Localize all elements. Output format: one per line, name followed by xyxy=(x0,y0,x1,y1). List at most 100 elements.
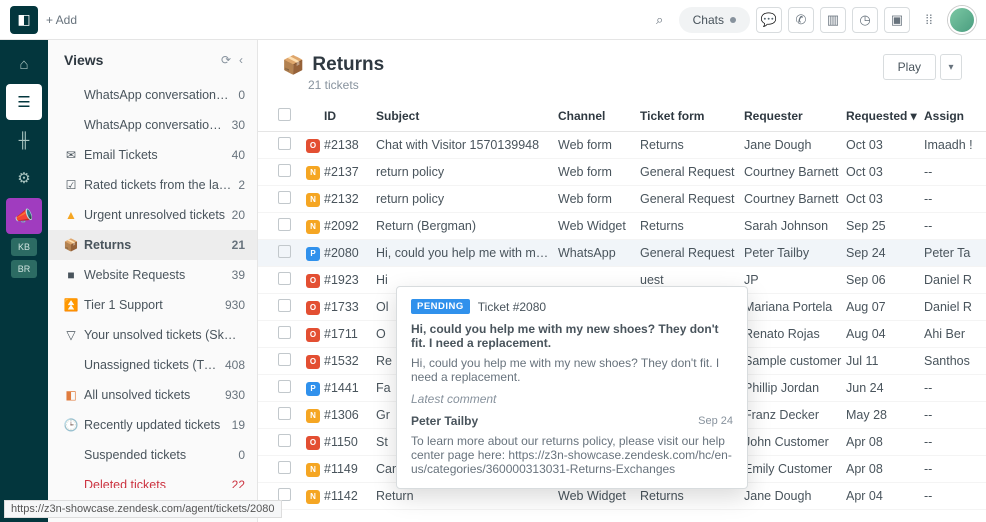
col-requester[interactable]: Requester xyxy=(744,109,846,123)
row-checkbox[interactable] xyxy=(278,434,291,447)
sidebar-view-item[interactable]: ▽Your unsolved tickets (Skil... xyxy=(48,320,257,350)
cell-requester: John Customer xyxy=(744,435,846,449)
sidebar-view-item[interactable]: ■Website Requests39 xyxy=(48,260,257,290)
cell-requester: Mariana Portela xyxy=(744,300,846,314)
nav-rail: ⌂ ☰ ╫ ⚙ 📣 KB BR xyxy=(0,40,48,522)
status-icon: O xyxy=(306,328,320,342)
sidebar-view-item[interactable]: Suspended tickets0 xyxy=(48,440,257,470)
sidebar-view-item[interactable]: WhatsApp conversations - Unass...30 xyxy=(48,110,257,140)
col-requested[interactable]: Requested ▾ xyxy=(846,109,924,123)
collapse-icon[interactable]: ‹ xyxy=(239,53,243,67)
sidebar-view-item[interactable]: ✉Email Tickets40 xyxy=(48,140,257,170)
views-icon[interactable]: ☰ xyxy=(6,84,42,120)
cell-requested: Sep 24 xyxy=(846,246,924,260)
col-id[interactable]: ID xyxy=(324,109,376,123)
row-checkbox[interactable] xyxy=(278,326,291,339)
row-checkbox[interactable] xyxy=(278,461,291,474)
popover-latest-label: Latest comment xyxy=(411,392,733,406)
view-item-label: All unsolved tickets xyxy=(84,388,219,402)
sidebar-view-item[interactable]: ▲Urgent unresolved tickets20 xyxy=(48,200,257,230)
apps-icon[interactable]: ⁞⁞ xyxy=(916,7,942,33)
sidebar-view-item[interactable]: WhatsApp conversations - Assig...0 xyxy=(48,80,257,110)
cell-assignee: -- xyxy=(924,435,978,449)
popover-subject: Hi, could you help me with my new shoes?… xyxy=(411,322,733,350)
add-tab[interactable]: + Add xyxy=(46,13,77,27)
cell-id: #1532 xyxy=(324,354,376,368)
cell-requester: Emily Customer xyxy=(744,462,846,476)
ticket-ref: Ticket #2080 xyxy=(478,300,546,314)
campaign-icon[interactable]: 📣 xyxy=(6,198,42,234)
col-subject[interactable]: Subject xyxy=(376,109,558,123)
cell-id: #1142 xyxy=(324,489,376,503)
rail-badge-br[interactable]: BR xyxy=(11,260,37,278)
row-checkbox[interactable] xyxy=(278,272,291,285)
table-row[interactable]: N#2092Return (Bergman)Web WidgetReturnsS… xyxy=(258,213,986,240)
cell-assignee: Daniel R xyxy=(924,300,978,314)
cell-assignee: -- xyxy=(924,219,978,233)
view-item-label: Returns xyxy=(84,238,226,252)
admin-icon[interactable]: ⚙ xyxy=(6,160,42,196)
table-row[interactable]: O#2138Chat with Visitor 1570139948Web fo… xyxy=(258,132,986,159)
status-icon: O xyxy=(306,274,320,288)
home-icon[interactable]: ⌂ xyxy=(6,46,42,82)
row-checkbox[interactable] xyxy=(278,137,291,150)
table-row[interactable]: P#2080Hi, could you help me with my new … xyxy=(258,240,986,267)
view-item-icon: ▲ xyxy=(64,208,78,222)
row-checkbox[interactable] xyxy=(278,380,291,393)
clock-icon[interactable]: ◷ xyxy=(852,7,878,33)
cell-requested: Aug 07 xyxy=(846,300,924,314)
sidebar-view-item[interactable]: ⏫Tier 1 Support930 xyxy=(48,290,257,320)
cell-id: #2138 xyxy=(324,138,376,152)
row-checkbox[interactable] xyxy=(278,245,291,258)
cell-requested: Sep 06 xyxy=(846,273,924,287)
package-icon: 📦 xyxy=(282,55,304,76)
col-assignee[interactable]: Assign xyxy=(924,109,978,123)
view-item-count: 40 xyxy=(232,148,245,162)
row-checkbox[interactable] xyxy=(278,353,291,366)
reporting-icon[interactable]: ╫ xyxy=(6,122,42,158)
rail-badge-kb[interactable]: KB xyxy=(11,238,37,256)
search-icon[interactable]: ⌕ xyxy=(647,7,673,33)
avatar[interactable] xyxy=(948,6,976,34)
col-channel[interactable]: Channel xyxy=(558,109,640,123)
row-checkbox[interactable] xyxy=(278,299,291,312)
table-row[interactable]: N#2132return policyWeb formGeneral Reque… xyxy=(258,186,986,213)
cell-assignee: Peter Ta xyxy=(924,246,978,260)
sidebar-view-item[interactable]: ☑Rated tickets from the last 7 d...2 xyxy=(48,170,257,200)
sidebar-view-item[interactable]: ◧All unsolved tickets930 xyxy=(48,380,257,410)
logo[interactable]: ◧ xyxy=(10,6,38,34)
cell-assignee: -- xyxy=(924,462,978,476)
cell-requested: Oct 03 xyxy=(846,192,924,206)
cell-form: Returns xyxy=(640,219,744,233)
cell-requested: Aug 04 xyxy=(846,327,924,341)
panel-icon[interactable]: ▥ xyxy=(820,7,846,33)
sidebar-view-item[interactable]: Unassigned tickets (Triage)408 xyxy=(48,350,257,380)
row-checkbox[interactable] xyxy=(278,407,291,420)
play-button[interactable]: Play xyxy=(883,54,936,80)
play-dropdown[interactable]: ▾ xyxy=(940,54,962,80)
comment-icon[interactable]: ▣ xyxy=(884,7,910,33)
sidebar-view-item[interactable]: 📦Returns21 xyxy=(48,230,257,260)
sidebar-view-item[interactable]: 🕒Recently updated tickets19 xyxy=(48,410,257,440)
view-item-icon: ⏫ xyxy=(64,298,78,312)
chats-pill[interactable]: Chats xyxy=(679,7,750,33)
table-row[interactable]: N#2137return policyWeb formGeneral Reque… xyxy=(258,159,986,186)
view-item-icon: ▽ xyxy=(64,328,78,342)
view-item-count: 930 xyxy=(225,298,245,312)
col-ticket-form[interactable]: Ticket form xyxy=(640,109,744,123)
row-checkbox[interactable] xyxy=(278,218,291,231)
view-item-count: 20 xyxy=(232,208,245,222)
phone-icon[interactable]: ✆ xyxy=(788,7,814,33)
cell-channel: Web form xyxy=(558,192,640,206)
chat-icon[interactable]: 💬 xyxy=(756,7,782,33)
sidebar-view-item[interactable]: Deleted tickets22 xyxy=(48,470,257,488)
popover-author: Peter Tailby xyxy=(411,414,478,428)
select-all-checkbox[interactable] xyxy=(278,108,291,121)
cell-requested: Sep 25 xyxy=(846,219,924,233)
refresh-icon[interactable]: ⟳ xyxy=(221,53,231,67)
cell-requested: Jun 24 xyxy=(846,381,924,395)
row-checkbox[interactable] xyxy=(278,191,291,204)
cell-id: #2132 xyxy=(324,192,376,206)
cell-subject: return policy xyxy=(376,192,558,206)
row-checkbox[interactable] xyxy=(278,164,291,177)
